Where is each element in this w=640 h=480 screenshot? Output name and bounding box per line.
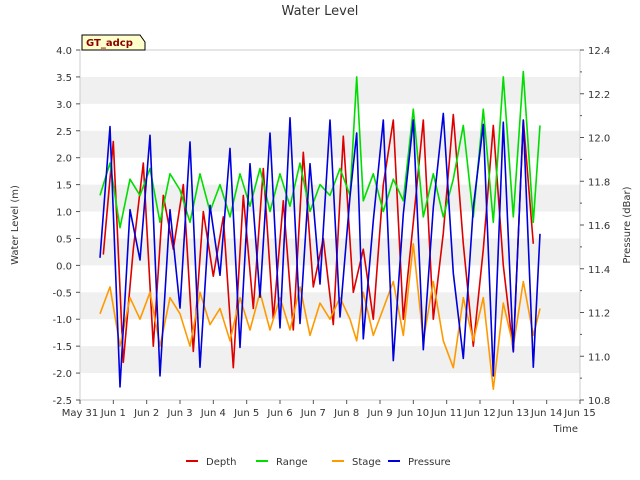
chart: Water Level GT_adcp -2.5 -2.0 -1.5 -1.0 -0.5… [10,4,633,468]
x-tick-label: May 31 [62,408,99,419]
y-left-tick-label: -0.5 [52,288,72,299]
legend: Depth Range Stage Pressure [186,457,451,468]
y-left-tick-label: 3.0 [56,100,72,111]
x-tick-label: Jun 6 [266,408,292,419]
y-left-tick-label: -1.5 [52,342,72,353]
y-left-tick-label: 1.5 [56,181,72,192]
x-tick-label: Jun 3 [166,408,192,419]
y-left-tick-label: 0.0 [56,261,72,272]
y-axis-left: -2.5 -2.0 -1.5 -1.0 -0.5 0.0 0.5 1.0 1.5 2.0 2.5 3.… [52,46,80,407]
y-left-tick-label: 2.5 [56,127,72,138]
y-right-tick-label: 11.0 [588,352,610,363]
y-axis-right: 10.8 11.0 11.2 11.4 11.6 11.8 12.0 12.2 12.4 [580,46,610,407]
x-tick-label: Jun 12 [463,408,496,419]
site-badge: GT_adcp [81,34,146,51]
y-right-tick-label: 12.4 [588,46,610,57]
y-axis-right-label: Pressure (dBar) [622,186,633,263]
y-left-tick-label: -1.0 [52,315,72,326]
x-tick-label: Jun 15 [563,408,596,419]
chart-title: Water Level [282,4,359,19]
y-right-tick-label: 11.4 [588,265,610,276]
y-right-tick-label: 11.8 [588,177,610,188]
y-left-tick-label: 3.5 [56,73,72,84]
x-tick-label: Jun 13 [497,408,530,419]
y-right-tick-label: 12.0 [588,134,610,145]
y-right-tick-label: 11.2 [588,309,610,320]
x-tick-label: Jun 14 [530,408,563,419]
x-tick-label: Jun 7 [300,408,326,419]
x-tick-label: Jun 4 [200,408,226,419]
x-tick-label: Jun 9 [366,408,392,419]
x-tick-label: Jun 10 [397,408,430,419]
y-axis-left-label: Water Level (m) [10,185,21,265]
y-right-tick-label: 10.8 [588,396,610,407]
y-left-tick-label: 0.5 [56,234,72,245]
x-axis: May 31 Jun 1 Jun 2 Jun 3 Jun 4 Jun 5 Jun 6 Jun … [62,400,596,419]
site-badge-label: GT_adcp [86,38,133,49]
y-left-tick-label: 2.0 [56,154,72,165]
x-axis-label: Time [553,424,578,435]
x-tick-label: Jun 11 [430,408,463,419]
y-right-tick-label: 11.6 [588,221,610,232]
series-lines [99,70,541,391]
legend-label-range: Range [276,457,308,468]
grid-band [80,346,580,374]
legend-label-pressure: Pressure [408,457,451,468]
x-tick-label: Jun 1 [100,408,126,419]
y-right-tick-label: 12.2 [588,90,610,101]
legend-label-depth: Depth [206,457,236,468]
x-tick-label: Jun 5 [233,408,259,419]
y-left-tick-label: -2.0 [52,369,72,380]
x-tick-label: Jun 2 [133,408,159,419]
x-tick-label: Jun 8 [333,408,359,419]
legend-label-stage: Stage [352,457,381,468]
y-left-tick-label: -2.5 [52,396,72,407]
y-left-tick-label: 1.0 [56,208,72,219]
y-left-tick-label: 4.0 [56,46,72,57]
